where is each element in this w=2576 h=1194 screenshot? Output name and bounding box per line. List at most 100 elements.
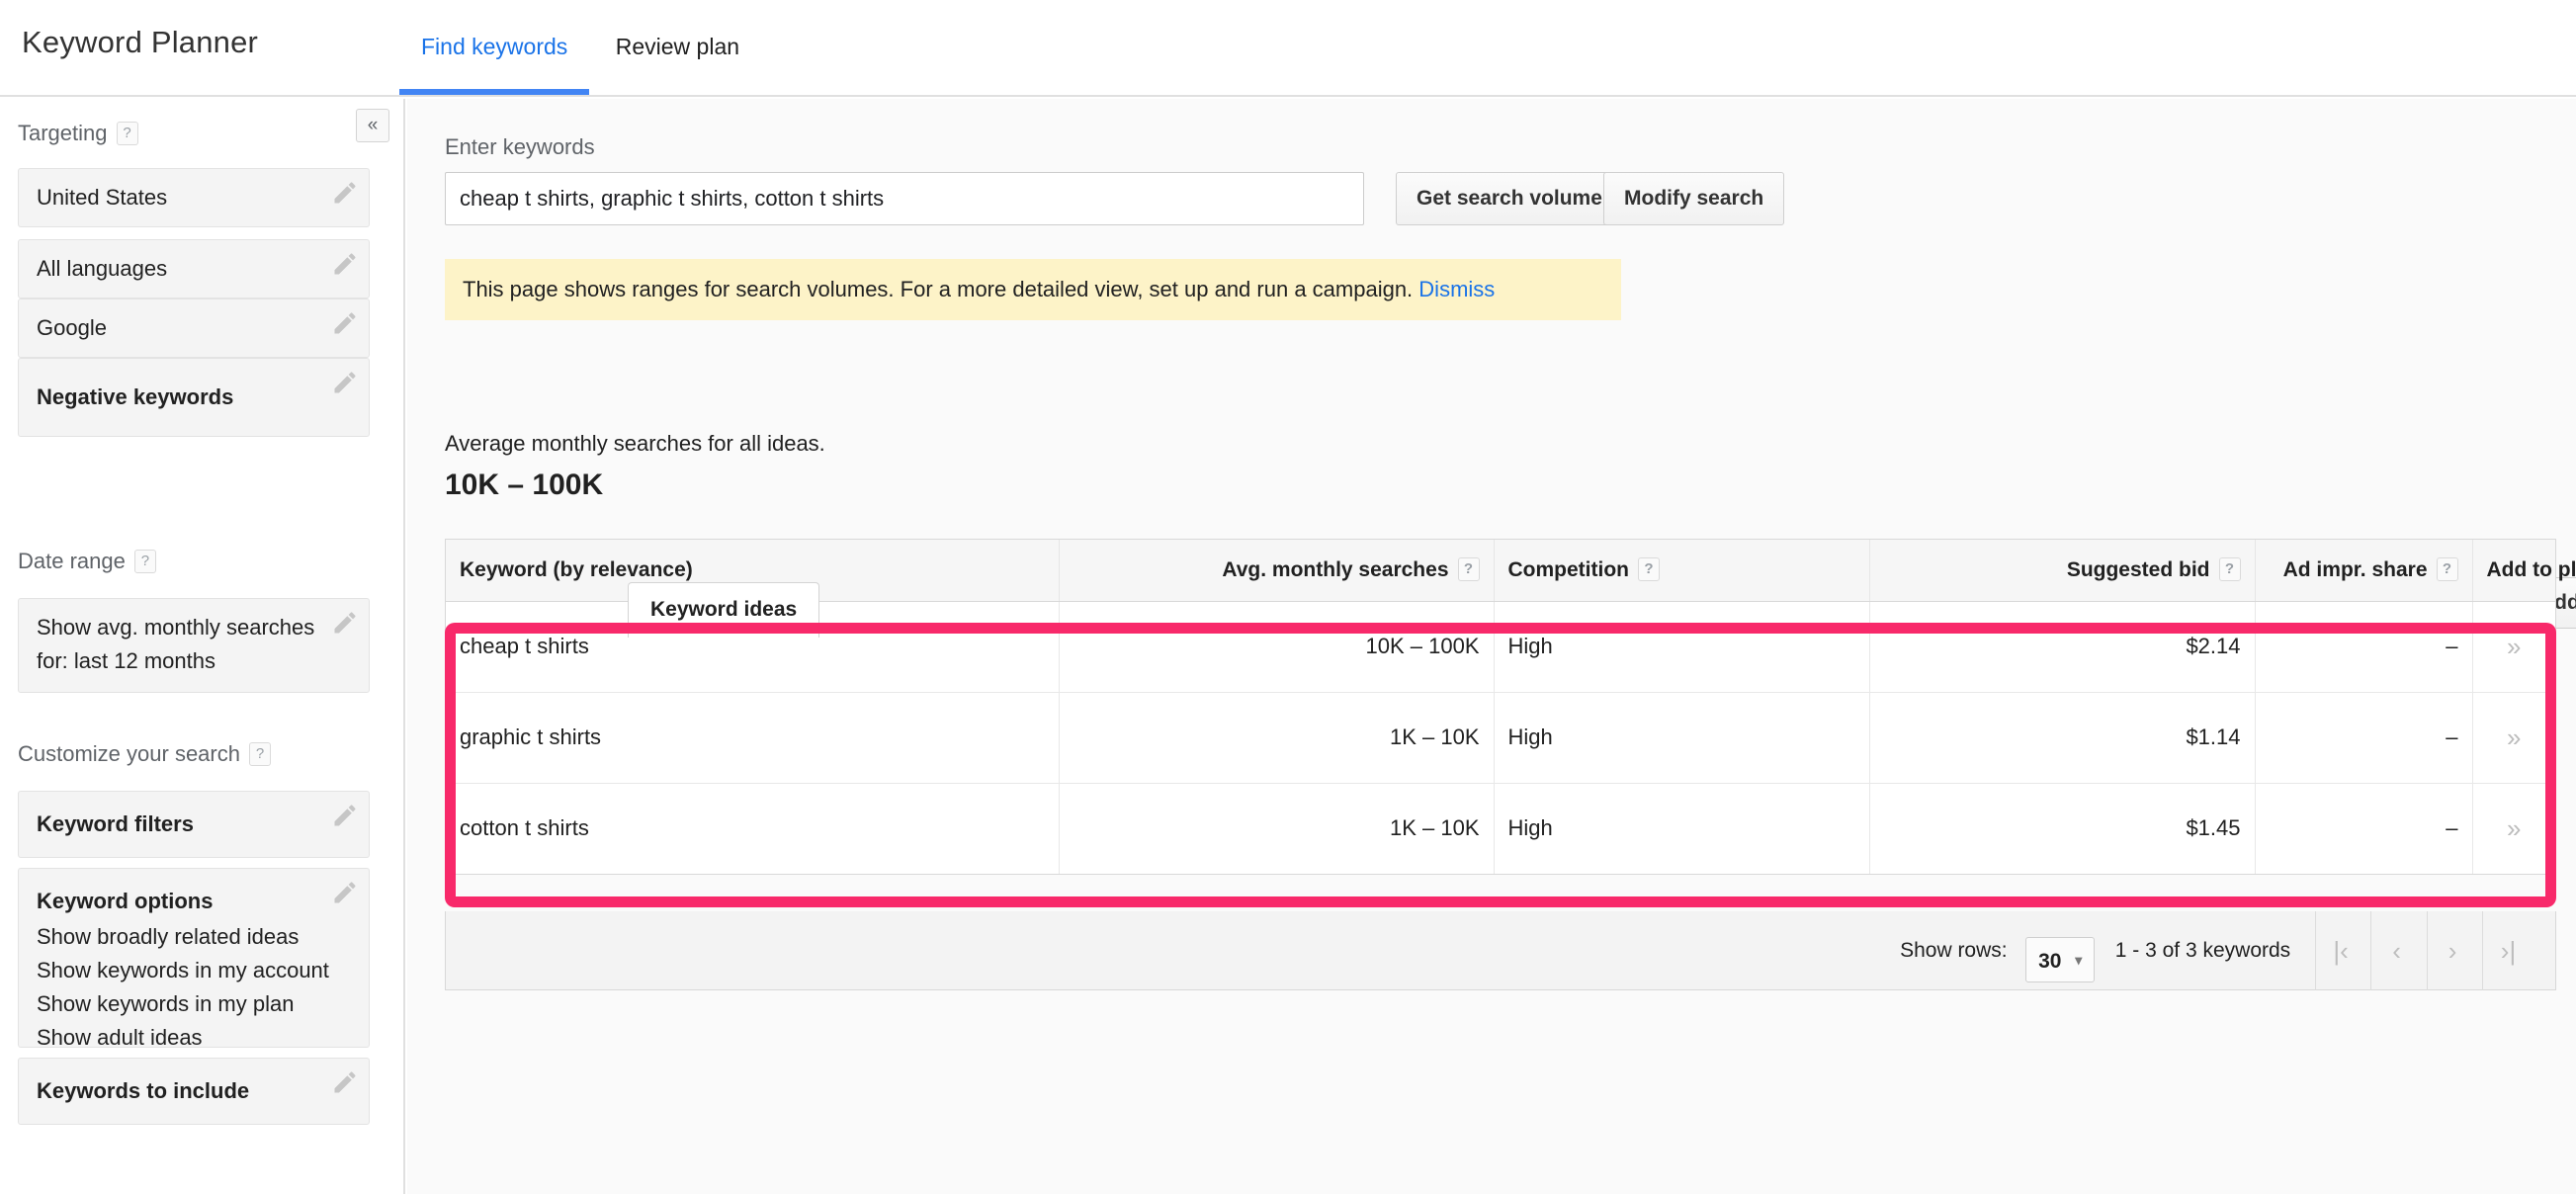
sidebar-item-location[interactable]: United States [18, 168, 370, 227]
table-row[interactable]: cotton t shirts 1K – 10K High $1.45 – » [446, 783, 2555, 874]
cell-competition: High [1494, 783, 1869, 874]
sidebar-item-keyword-filters-label: Keyword filters [19, 811, 239, 836]
sidebar-item-keyword-filters[interactable]: Keyword filters [18, 791, 370, 858]
notice-dismiss-link[interactable]: Dismiss [1418, 277, 1495, 301]
edit-pencil-icon[interactable] [331, 802, 359, 829]
column-header-suggested-bid[interactable]: Suggested bid? [1869, 540, 2255, 601]
get-search-volume-button[interactable]: Get search volume [1396, 172, 1623, 225]
table-row[interactable]: graphic t shirts 1K – 10K High $1.14 – » [446, 692, 2555, 783]
edit-pencil-icon[interactable] [331, 250, 359, 278]
sidebar-item-keywords-to-include[interactable]: Keywords to include [18, 1058, 370, 1125]
column-header-add-to-plan-label: Add to plan [2487, 558, 2576, 581]
customize-search-help-icon[interactable]: ? [249, 742, 271, 766]
pagination-range-text: 1 - 3 of 3 keywords [2115, 911, 2290, 990]
cell-suggested-bid: $1.14 [1869, 692, 2255, 783]
targeting-heading: Targeting? [18, 121, 138, 146]
sidebar-item-keyword-options[interactable]: Keyword options Show broadly related ide… [18, 868, 370, 1048]
keyword-option-in-my-plan[interactable]: Show keywords in my plan [19, 987, 369, 1021]
cell-add-to-plan[interactable]: » [2472, 783, 2555, 874]
average-searches-value: 10K – 100K [445, 469, 603, 502]
sidebar-item-negative-keywords-label: Negative keywords [19, 384, 279, 409]
cell-keyword: cotton t shirts [446, 783, 1059, 874]
top-tab-list: Find keywords Review plan [399, 0, 761, 97]
suggested-bid-help-icon[interactable]: ? [2219, 557, 2241, 581]
cell-add-to-plan[interactable]: » [2472, 692, 2555, 783]
customize-search-heading-label: Customize your search [18, 741, 240, 766]
pager-next-button[interactable]: › [2427, 911, 2478, 990]
targeting-heading-label: Targeting [18, 121, 108, 145]
sidebar-item-network-label: Google [19, 315, 152, 340]
add-to-plan-icon[interactable]: » [2507, 632, 2521, 661]
tab-review-plan[interactable]: Review plan [594, 0, 761, 95]
sidebar-item-date-range[interactable]: Show avg. monthly searches for: last 12 … [18, 598, 370, 693]
edit-pencil-icon[interactable] [331, 179, 359, 207]
keyword-option-adult-ideas[interactable]: Show adult ideas [19, 1021, 369, 1055]
avg-monthly-searches-help-icon[interactable]: ? [1458, 557, 1480, 581]
keyword-search-input[interactable] [445, 172, 1364, 225]
column-header-competition-label: Competition [1508, 558, 1629, 581]
customize-search-heading: Customize your search? [18, 741, 271, 767]
column-header-suggested-bid-label: Suggested bid [2067, 558, 2210, 581]
notice-text: This page shows ranges for search volume… [463, 277, 1413, 301]
add-to-plan-icon[interactable]: » [2507, 813, 2521, 843]
column-header-competition[interactable]: Competition? [1494, 540, 1869, 601]
sidebar-item-location-label: United States [19, 185, 213, 210]
sidebar-item-language[interactable]: All languages [18, 239, 370, 298]
cell-avg-monthly-searches: 10K – 100K [1059, 601, 1494, 692]
column-header-keyword-label: Keyword (by relevance) [460, 558, 693, 581]
sidebar-item-keyword-options-title: Keyword options [19, 883, 369, 920]
average-searches-label: Average monthly searches for all ideas. [445, 431, 825, 457]
sidebar-item-date-range-value: Show avg. monthly searches for: last 12 … [19, 599, 369, 690]
edit-pencil-icon[interactable] [331, 609, 359, 637]
table-body: cheap t shirts 10K – 100K High $2.14 – »… [446, 601, 2555, 874]
targeting-help-icon[interactable]: ? [117, 122, 138, 145]
column-header-avg-monthly-searches-label: Avg. monthly searches [1222, 558, 1448, 581]
add-to-plan-icon[interactable]: » [2507, 723, 2521, 752]
column-header-avg-monthly-searches[interactable]: Avg. monthly searches? [1059, 540, 1494, 601]
rows-per-page-select[interactable]: 30 ▾ [2025, 937, 2095, 982]
show-rows-label: Show rows: [1900, 911, 2008, 990]
table-footer: Show rows: 30 ▾ 1 - 3 of 3 keywords |‹ ‹… [445, 911, 2556, 990]
edit-pencil-icon[interactable] [331, 309, 359, 337]
pager-prev-button[interactable]: ‹ [2370, 911, 2422, 990]
tab-keyword-ideas[interactable]: Keyword ideas [628, 582, 819, 638]
cell-competition: High [1494, 692, 1869, 783]
edit-pencil-icon[interactable] [331, 369, 359, 396]
cell-avg-monthly-searches: 1K – 10K [1059, 692, 1494, 783]
pager-last-button[interactable]: ›| [2482, 911, 2533, 990]
cell-ad-impr-share: – [2255, 692, 2472, 783]
cell-suggested-bid: $2.14 [1869, 601, 2255, 692]
column-header-ad-impr-share[interactable]: Ad impr. share? [2255, 540, 2472, 601]
keyword-option-broadly-related[interactable]: Show broadly related ideas [19, 920, 369, 954]
sidebar-item-negative-keywords[interactable]: Negative keywords [18, 358, 370, 437]
search-volume-notice: This page shows ranges for search volume… [445, 259, 1621, 320]
cell-ad-impr-share: – [2255, 601, 2472, 692]
cell-ad-impr-share: – [2255, 783, 2472, 874]
enter-keywords-label: Enter keywords [445, 134, 595, 160]
edit-pencil-icon[interactable] [331, 1068, 359, 1096]
tab-find-keywords[interactable]: Find keywords [399, 0, 589, 95]
modify-search-button[interactable]: Modify search [1603, 172, 1784, 225]
sidebar-item-language-label: All languages [19, 256, 213, 281]
top-bar: Keyword Planner Find keywords Review pla… [0, 0, 2576, 97]
pager-first-button[interactable]: |‹ [2315, 911, 2366, 990]
sidebar-collapse-icon[interactable]: « [356, 109, 389, 142]
sidebar-item-keywords-to-include-label: Keywords to include [19, 1078, 295, 1103]
edit-pencil-icon[interactable] [331, 879, 359, 906]
sidebar-item-network[interactable]: Google [18, 298, 370, 358]
cell-add-to-plan[interactable]: » [2472, 601, 2555, 692]
page-title: Keyword Planner [22, 25, 258, 60]
ad-impr-share-help-icon[interactable]: ? [2437, 557, 2458, 581]
column-header-add-to-plan: Add to plan [2472, 540, 2555, 601]
date-range-heading-label: Date range [18, 549, 126, 573]
cell-competition: High [1494, 601, 1869, 692]
keyword-option-in-my-account[interactable]: Show keywords in my account [19, 954, 369, 987]
rows-per-page-value: 30 [2038, 950, 2061, 973]
competition-help-icon[interactable]: ? [1638, 557, 1660, 581]
date-range-heading: Date range? [18, 549, 156, 574]
cell-suggested-bid: $1.45 [1869, 783, 2255, 874]
cell-avg-monthly-searches: 1K – 10K [1059, 783, 1494, 874]
chevron-down-icon: ▾ [2075, 952, 2082, 968]
column-header-ad-impr-share-label: Ad impr. share [2283, 558, 2428, 581]
date-range-help-icon[interactable]: ? [134, 550, 156, 573]
